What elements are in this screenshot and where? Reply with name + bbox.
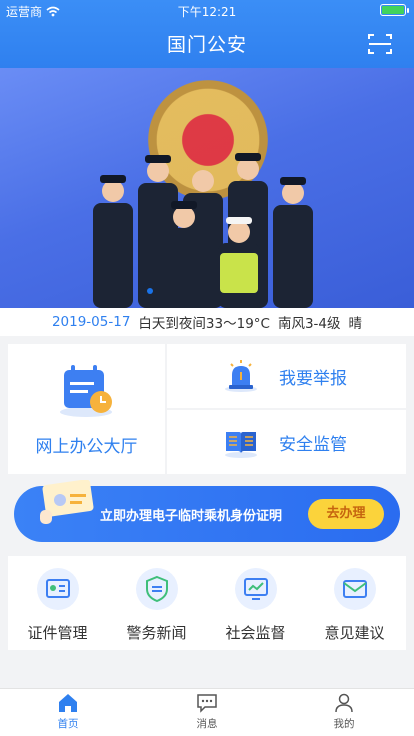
quick-access-panel: 网上办公大厅 我要举报 安全监管: [8, 344, 406, 474]
home-icon: [59, 694, 77, 712]
battery-icon: [380, 4, 409, 16]
id-pass-icon: [40, 480, 94, 524]
id-card-icon: [36, 568, 79, 610]
status-time: 下午12:21: [177, 5, 237, 19]
service-label: 证件管理: [27, 624, 88, 642]
status-bar: 运营商 下午12:21: [0, 0, 414, 20]
promo-banner[interactable]: 立即办理电子临时乘机身份证明 去办理: [14, 480, 400, 542]
service-grid: 证件管理 警务新闻 社会监督 意见建议: [8, 556, 406, 650]
service-feedback[interactable]: 意见建议: [305, 568, 404, 643]
message-icon: [197, 694, 217, 713]
safety-card[interactable]: 安全监管: [167, 410, 406, 474]
promo-action-button[interactable]: 去办理: [308, 499, 384, 529]
online-hall-label: 网上办公大厅: [35, 437, 138, 457]
tab-messages-label: 消息: [196, 718, 218, 730]
weather-date: 2019-05-17: [51, 314, 131, 330]
service-supervision[interactable]: 社会监督: [206, 568, 305, 643]
shield-news-icon: [135, 568, 178, 610]
report-label: 我要举报: [279, 368, 347, 389]
calendar-clock-icon: [60, 365, 112, 417]
tab-home-label: 首页: [57, 718, 79, 730]
report-card[interactable]: 我要举报: [167, 344, 406, 408]
alarm-siren-icon: [225, 360, 257, 392]
mail-icon: [333, 568, 376, 610]
weather-forecast: 白天到夜间33～19°C: [138, 316, 270, 332]
tab-messages[interactable]: 消息: [177, 693, 237, 731]
safety-label: 安全监管: [279, 434, 347, 455]
weather-bar: 2019-05-17 白天到夜间33～19°C 南风3-4级 晴: [0, 308, 414, 336]
weather-wind: 南风3-4级: [277, 316, 341, 332]
tab-home[interactable]: 首页: [38, 693, 98, 731]
tab-mine[interactable]: 我的: [314, 693, 374, 731]
service-label: 警务新闻: [126, 624, 187, 642]
app-header: 运营商 下午12:21 国门公安: [0, 0, 414, 68]
monitor-icon: [234, 568, 277, 610]
carousel-dot-active[interactable]: [147, 288, 153, 294]
page-title: 国门公安: [166, 34, 247, 56]
weather-condition: 晴: [348, 316, 363, 332]
service-news[interactable]: 警务新闻: [107, 568, 206, 643]
open-book-icon: [225, 432, 257, 458]
service-certificates[interactable]: 证件管理: [8, 568, 107, 643]
service-label: 意见建议: [324, 624, 385, 642]
service-label: 社会监督: [225, 624, 286, 642]
tab-mine-label: 我的: [333, 718, 355, 730]
hero-banner[interactable]: [0, 68, 414, 308]
online-hall-card[interactable]: 网上办公大厅: [8, 344, 165, 474]
bottom-tab-bar: 首页 消息 我的: [0, 688, 414, 736]
scan-icon[interactable]: [368, 33, 392, 55]
user-icon: [335, 693, 353, 713]
police-officers-image: [93, 153, 313, 308]
promo-text: 立即办理电子临时乘机身份证明: [100, 509, 283, 524]
